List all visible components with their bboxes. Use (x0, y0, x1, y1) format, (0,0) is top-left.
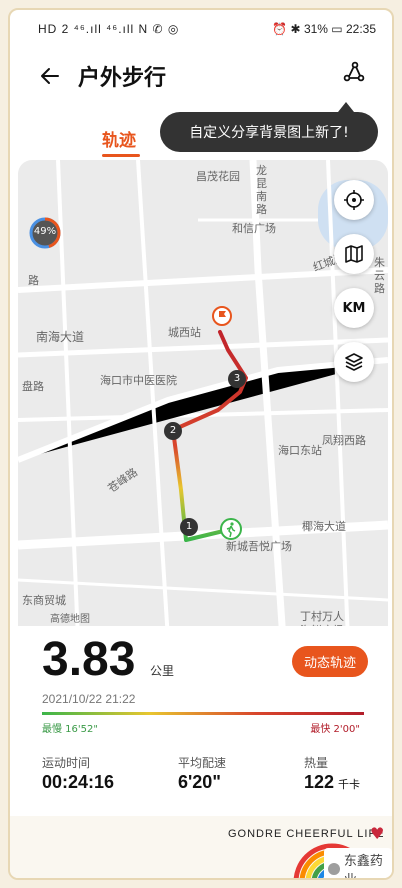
km-marker: 3 (228, 370, 246, 388)
map-label: 海口东站 (278, 444, 322, 457)
pace-fastest: 最快 2'00" (310, 724, 360, 735)
tab-track[interactable]: 轨迹 (102, 126, 136, 151)
pace-value: 6'20" (178, 772, 221, 792)
calories-unit: 千卡 (338, 779, 361, 791)
route-map[interactable]: 昌茂花园 龙昆南路 和信广场 红城湖路 朱云路 路 南海大道 城西站 盘路 海口… (18, 160, 388, 640)
map-label: 龙昆南路 (256, 164, 267, 216)
wechat-watermark: 东鑫药业 (324, 848, 392, 878)
brand-footer: GONDRE CHEERFUL LIFE ♥ 东鑫药业 (10, 816, 392, 878)
layers-button[interactable] (334, 342, 374, 382)
share-icon[interactable] (342, 60, 366, 88)
map-icon (345, 245, 363, 263)
dynamic-track-button[interactable]: 动态轨迹 (291, 646, 368, 677)
status-left: HD 2 ⁴⁶.ıll ⁴⁶.ıll N ✆ ◎ (38, 22, 180, 36)
metric-label: 运动时间 (42, 756, 91, 770)
map-style-button[interactable] (334, 234, 374, 274)
brand-slogan: GONDRE CHEERFUL LIFE (228, 828, 385, 840)
map-attribution: 高德地图 (50, 614, 90, 625)
distance-unit: 公里 (150, 664, 175, 678)
metric-label: 平均配速 (178, 756, 227, 770)
finish-flag-icon (212, 306, 232, 334)
workout-datetime: 2021/10/22 21:22 (42, 692, 136, 706)
distance-value: 3.83 (42, 633, 136, 686)
metric-value: 6'20" (178, 772, 221, 793)
page-title: 户外步行 (78, 66, 167, 91)
tooltip-arrow (338, 102, 354, 112)
map-label: 昌茂花园 (196, 170, 240, 183)
status-bar: HD 2 ⁴⁶.ıll ⁴⁶.ıll N ✆ ◎ ⏰ ✱ 31% ▭ 22:35 (10, 10, 392, 46)
unit-toggle-button[interactable]: KM (334, 288, 374, 328)
status-right: ⏰ ✱ 31% ▭ 22:35 (272, 22, 376, 36)
map-label: 路 (28, 274, 39, 287)
map-label: 和信广场 (232, 222, 276, 235)
duration-value: 00:24:16 (42, 772, 115, 792)
back-arrow-icon[interactable] (38, 64, 62, 92)
map-label: 椰海大道 (302, 520, 346, 533)
locate-button[interactable] (334, 180, 374, 220)
map-label: 朱云路 (374, 256, 385, 295)
top-bar: 户外步行 (10, 46, 392, 102)
pace-gradient-bar (42, 712, 364, 715)
crosshair-icon (344, 190, 364, 210)
battery-percent: 49% (33, 226, 57, 237)
map-label: 凤翔西路 (322, 434, 366, 447)
wechat-icon (328, 863, 340, 875)
app-frame: HD 2 ⁴⁶.ıll ⁴⁶.ıll N ✆ ◎ ⏰ ✱ 31% ▭ 22:35… (8, 8, 394, 880)
map-label: 南海大道 (36, 330, 85, 344)
start-walker-icon (220, 518, 242, 544)
battery-ring: 49% (28, 216, 62, 250)
metric-value: 122 千卡 (304, 772, 360, 793)
heart-icon: ♥ (370, 824, 385, 843)
map-label: 东商贸城 (22, 594, 66, 607)
map-roads (18, 160, 388, 640)
stats-panel: 3.83 公里 动态轨迹 2021/10/22 21:22 最慢 16'52" … (10, 626, 392, 816)
tab-underline (102, 154, 140, 157)
map-label: 盘路 (22, 380, 44, 393)
layers-icon (345, 353, 363, 371)
share-tooltip[interactable]: 自定义分享背景图上新了! (160, 112, 378, 152)
metric-value: 00:24:16 (42, 772, 114, 793)
metric-label: 热量 (304, 756, 329, 770)
km-marker: 2 (164, 422, 182, 440)
wechat-account: 东鑫药业 (343, 854, 383, 878)
map-label: 海口市中医医院 (100, 374, 177, 387)
km-marker: 1 (180, 518, 198, 536)
pace-slowest: 最慢 16'52" (42, 724, 98, 735)
calories-value: 122 (304, 772, 335, 792)
map-label: 城西站 (168, 326, 201, 339)
